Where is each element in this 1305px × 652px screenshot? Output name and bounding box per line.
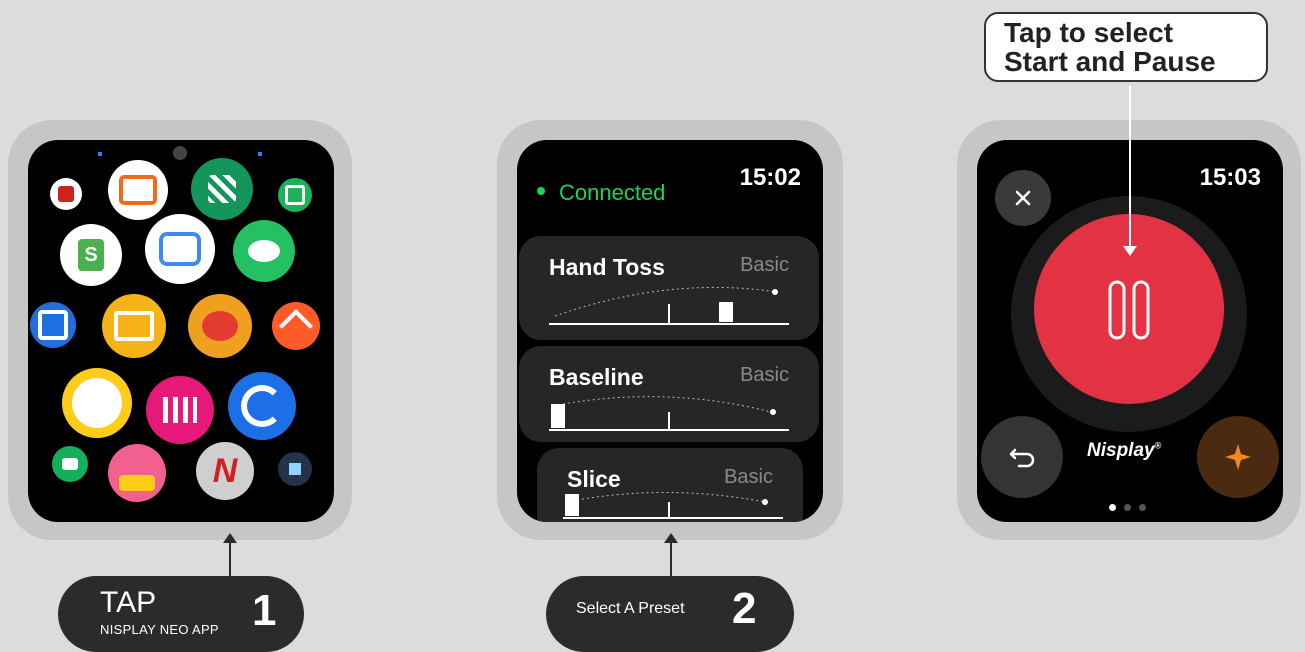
watch-2-screen: Connected 15:02 Hand Toss Basic Baseline… [517,140,823,522]
app-icon-blue-1[interactable] [30,302,76,348]
clock-time: 15:02 [739,164,801,191]
brand-mark: ® [1154,440,1162,451]
app-icon-green-small[interactable] [52,446,88,482]
app-icon-tv[interactable] [108,160,168,220]
indicator-dot [98,152,102,156]
brand-logo: Nisplay® [1087,440,1161,462]
app-icon-weibo[interactable] [188,294,252,358]
connection-status: Connected [537,180,665,206]
back-arrow-icon [1009,448,1035,468]
step-1-title: TAP [100,586,157,619]
page-dot [1124,504,1131,511]
step-2-arrowhead [664,533,678,543]
spark-icon [1225,444,1251,470]
status-label: Connected [559,180,666,205]
instruction-callout: Tap to select Start and Pause [984,12,1268,82]
preset-card-baseline[interactable]: Baseline Basic [519,346,819,442]
preset-trajectory-diagram [549,396,789,431]
app-icon-mail[interactable] [102,294,166,358]
watch-1-screen: S N [28,140,334,522]
step-2-title: Select A Preset [576,600,685,617]
status-dot [537,187,545,196]
page-dot [1139,504,1146,511]
callout-line-2: Start and Pause [1004,46,1216,77]
app-icon-dark-small[interactable] [278,452,312,486]
boost-button[interactable] [1197,416,1279,498]
page-dot-active [1109,504,1116,511]
app-icon-blue-2[interactable] [228,372,296,440]
app-icon-chat[interactable] [233,220,295,282]
app-icon-pink[interactable] [146,376,214,444]
callout-pointer [1129,86,1131,250]
preset-card-slice[interactable]: Slice Basic [537,448,803,522]
app-icon-cake[interactable] [108,444,166,502]
app-icon-game[interactable] [50,178,82,210]
preset-trajectory-diagram [549,286,789,325]
step-2-pill: Select A Preset 2 [546,576,794,652]
step-1-arrowhead [223,533,237,543]
app-icon-square[interactable] [278,178,312,212]
app-icon-browser[interactable] [145,214,215,284]
app-icon-orange[interactable] [272,302,320,350]
callout-arrowhead [1123,246,1137,256]
step-2-number: 2 [732,584,757,633]
step-1-number: 1 [252,586,277,635]
back-button[interactable] [981,416,1063,498]
close-icon [1015,190,1031,206]
step-1-subtitle: NISPLAY NEO APP [100,622,219,637]
brand-name: Nisplay [1087,440,1155,461]
app-icon-grid[interactable] [191,158,253,220]
preset-trajectory-diagram [563,492,783,519]
indicator-dot [258,152,262,156]
app-icon-shop[interactable]: S [60,224,122,286]
app-icon-nisplay[interactable]: N [196,442,254,500]
callout-line-1: Tap to select [1004,17,1174,48]
indicator-dot [173,146,187,160]
step-1-pill: TAP NISPLAY NEO APP 1 [58,576,304,652]
clock-time: 15:03 [1199,164,1261,191]
preset-card-hand-toss[interactable]: Hand Toss Basic [519,236,819,340]
page-indicator [1109,504,1146,511]
app-icon-ring[interactable] [62,368,132,438]
